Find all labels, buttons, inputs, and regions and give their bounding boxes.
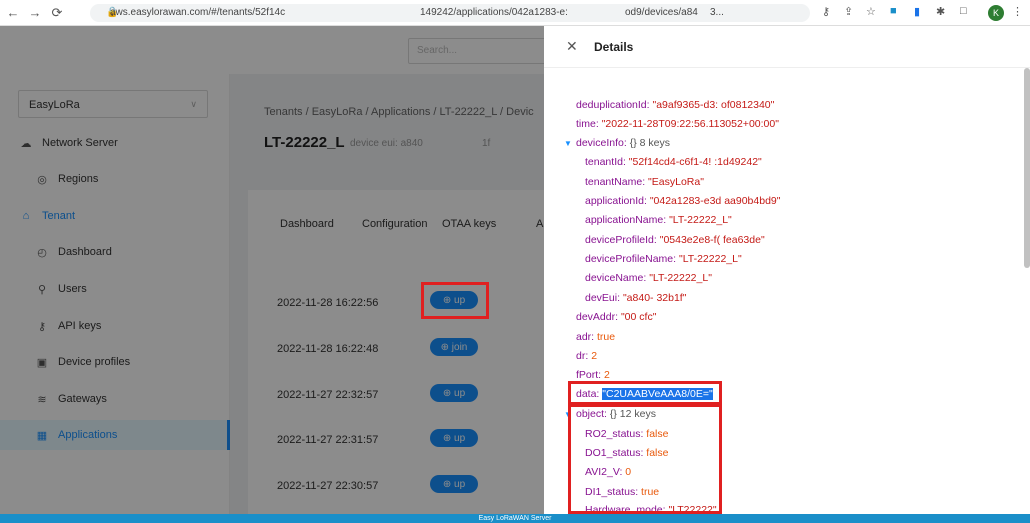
json-row[interactable]: deviceInfo: {} 8 keys [576,137,670,149]
share-icon[interactable]: ⇪ [844,5,853,18]
json-value: "a840- 32b1f" [622,292,687,304]
json-row: applicationId: "042a1283-e3d aa90b4bd9" [585,195,780,207]
json-key: tenantId: [585,156,626,168]
json-key: deviceProfileId: [585,234,657,246]
json-key: deduplicationId: [576,99,650,111]
footer: Easy LoRaWAN Server [0,514,1030,523]
url-part: 3... [710,7,724,18]
json-value: 2 [604,369,610,381]
json-row: tenantName: "EasyLoRa" [585,176,704,188]
drawer-header: ✕ Details [544,26,1030,68]
json-key: devEui: [585,292,621,304]
json-row: dr: 2 [576,350,597,362]
json-row: time: "2022-11-28T09:22:56.113052+00:00" [576,118,779,130]
json-key: applicationName: [585,214,667,226]
profile-avatar[interactable]: K [988,5,1004,21]
json-value: true [597,331,616,343]
json-row: fPort: 2 [576,369,610,381]
url-part: 149242/applications/042a1283-e: [420,7,568,18]
json-row: deviceProfileId: "0543e2e8-f( fea63de" [585,234,765,246]
json-row: deviceProfileName: "LT-22222_L" [585,253,742,265]
extension-icon[interactable]: ■ [890,5,897,17]
json-value: "LT-22222_L" [649,272,712,284]
url-part: od9/devices/a84 [625,7,698,18]
highlight-box [421,282,489,319]
json-row: deduplicationId: "a9af9365-d3: of0812340… [576,99,774,111]
scrollbar[interactable] [1024,68,1030,268]
json-key: time: [576,118,599,130]
json-key: tenantName: [585,176,646,188]
highlight-box [568,381,722,405]
extension-icon[interactable]: ▮ [914,5,920,18]
browser-toolbar: ← → ⟳ 🔒 aws.easylorawan.com/#/tenants/52… [0,0,1030,26]
back-icon[interactable]: ← [4,5,22,20]
sidepanel-icon[interactable]: □ [960,5,967,17]
json-value: 2 [591,350,598,362]
caret-down-icon[interactable]: ▼ [564,139,572,148]
json-value: "LT-22222_L" [669,214,732,226]
json-row: devEui: "a840- 32b1f" [585,292,686,304]
json-key: dr: [576,350,589,362]
json-row: tenantId: "52f14cd4-c6f1-4! :1d49242" [585,156,762,168]
forward-icon[interactable]: → [26,5,44,20]
key-icon[interactable]: ⚷ [822,5,830,18]
json-key: deviceName: [585,272,647,284]
json-row: adr: true [576,331,615,343]
modal-mask[interactable] [0,26,544,514]
json-key: fPort: [576,369,602,381]
json-key: applicationId: [585,195,647,207]
close-icon[interactable]: ✕ [566,38,578,55]
json-meta: {} 8 keys [629,137,670,149]
json-row: devAddr: "00 cfc" [576,311,656,323]
puzzle-icon[interactable]: ✱ [936,5,945,18]
json-value: "LT-22222_L" [678,253,742,265]
json-value: "a9af9365-d3: of0812340" [652,99,775,111]
reload-icon[interactable]: ⟳ [48,5,66,21]
json-key: adr: [576,331,595,343]
json-key: devAddr: [576,311,619,323]
json-value: "2022-11-28T09:22:56.113052+00:00" [601,118,779,130]
drawer-title: Details [594,40,634,54]
json-key: deviceInfo: [576,137,627,149]
star-icon[interactable]: ☆ [866,5,876,18]
json-row: applicationName: "LT-22222_L" [585,214,732,226]
url-part: aws.easylorawan.com/#/tenants/52f14c [110,7,286,18]
json-value: "042a1283-e3d aa90b4bd9" [649,195,781,207]
menu-icon[interactable]: ⋮ [1012,5,1023,18]
json-key: deviceProfileName: [585,253,677,265]
address-bar[interactable]: 🔒 aws.easylorawan.com/#/tenants/52f14c 1… [90,4,810,22]
json-value: "0543e2e8-f( fea63de" [659,234,765,246]
json-row: deviceName: "LT-22222_L" [585,272,712,284]
json-value: "00 cfc" [620,311,657,323]
highlight-box [568,404,722,514]
json-value: "52f14cd4-c6f1-4! :1d49242" [628,156,762,168]
json-value: "EasyLoRa" [648,176,704,188]
